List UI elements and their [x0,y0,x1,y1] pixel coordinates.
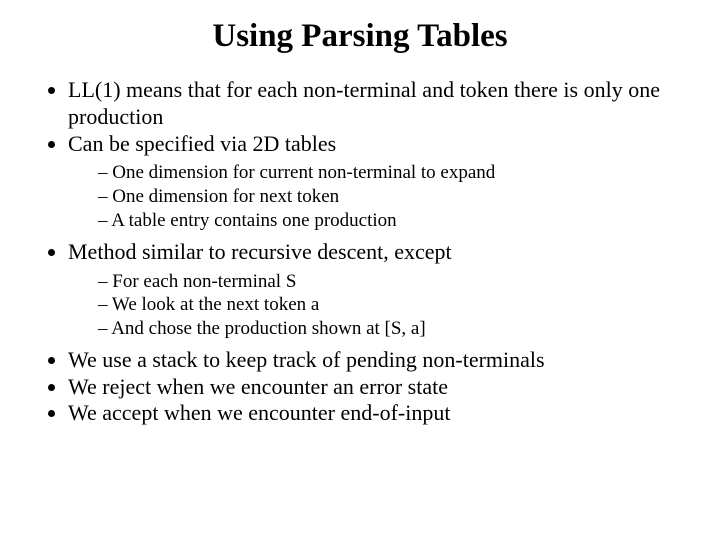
bullet-item: We reject when we encounter an error sta… [68,374,680,401]
sub-bullet-list: One dimension for current non-terminal t… [68,161,680,232]
sub-bullet-item: And chose the production shown at [S, a] [98,317,680,341]
bullet-item: Can be specified via 2D tables One dimen… [68,131,680,233]
bullet-item: We use a stack to keep track of pending … [68,347,680,374]
bullet-list: LL(1) means that for each non-terminal a… [40,77,680,427]
bullet-item: Method similar to recursive descent, exc… [68,239,680,341]
bullet-text: Method similar to recursive descent, exc… [68,239,452,264]
slide-title: Using Parsing Tables [40,18,680,55]
bullet-text: Can be specified via 2D tables [68,131,336,156]
sub-bullet-item: One dimension for next token [98,185,680,209]
sub-bullet-item: A table entry contains one production [98,209,680,233]
sub-bullet-item: We look at the next token a [98,293,680,317]
slide: Using Parsing Tables LL(1) means that fo… [0,0,720,540]
bullet-item: We accept when we encounter end-of-input [68,400,680,427]
sub-bullet-list: For each non-terminal S We look at the n… [68,270,680,341]
sub-bullet-item: For each non-terminal S [98,270,680,294]
sub-bullet-item: One dimension for current non-terminal t… [98,161,680,185]
bullet-item: LL(1) means that for each non-terminal a… [68,77,680,131]
